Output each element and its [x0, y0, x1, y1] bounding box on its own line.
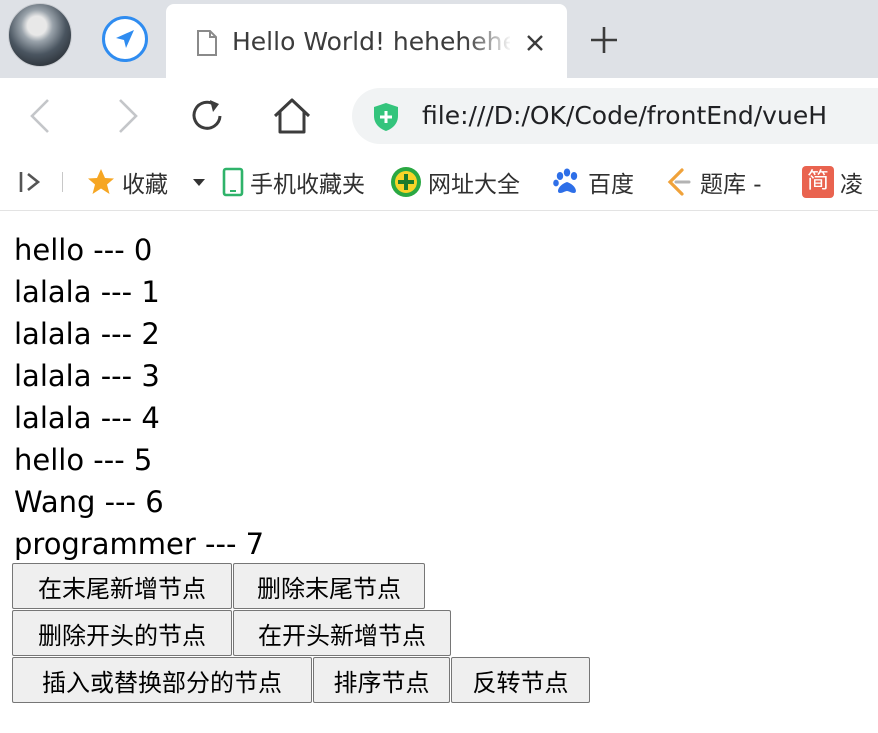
sidebar-toggle-icon[interactable]	[18, 170, 44, 194]
bookmark-label: 凌	[840, 172, 863, 198]
bookmarks-bar: 收藏 手机收藏夹 网址大全 百度 题库 - 简 凌	[0, 154, 878, 211]
bookmark-mobile[interactable]: 手机收藏夹	[222, 164, 365, 200]
sort-button[interactable]: 排序节点	[313, 657, 450, 703]
star-icon	[88, 169, 114, 194]
button-row-2: 删除开头的节点 在开头新增节点	[12, 610, 452, 656]
list-item: lalala --- 4	[14, 401, 160, 435]
forward-icon[interactable]	[104, 94, 148, 138]
remove-tail-button[interactable]: 删除末尾节点	[233, 563, 425, 609]
bookmark-jianshu[interactable]: 简 凌	[802, 164, 863, 200]
bookmark-label: 百度	[588, 172, 634, 198]
close-icon[interactable]	[520, 28, 550, 58]
bookmark-hao123[interactable]: 网址大全	[390, 164, 520, 200]
insert-replace-button[interactable]: 插入或替换部分的节点	[12, 657, 312, 703]
reload-icon[interactable]	[186, 94, 230, 138]
list-item: lalala --- 2	[14, 317, 160, 351]
plus-circle-icon	[391, 167, 421, 197]
profile-avatar[interactable]	[8, 3, 72, 67]
address-bar[interactable]: file:///D:/OK/Code/frontEnd/vueH	[352, 88, 878, 144]
list-item: Wang --- 6	[14, 485, 164, 519]
leetcode-icon	[667, 168, 691, 196]
list-item: lalala --- 3	[14, 359, 160, 393]
list-item: programmer --- 7	[14, 527, 265, 561]
new-tab-icon[interactable]	[586, 22, 622, 58]
tab-title-fade	[466, 22, 512, 62]
baidu-paw-icon	[553, 168, 578, 193]
home-icon[interactable]	[270, 94, 314, 138]
chevron-down-icon[interactable]	[192, 178, 206, 188]
bookmark-leetcode[interactable]: 题库 -	[664, 164, 762, 200]
list-item: hello --- 0	[14, 233, 153, 267]
bookmark-label: 手机收藏夹	[250, 172, 365, 198]
shield-icon[interactable]	[372, 102, 400, 132]
bookmark-favorites[interactable]: 收藏	[86, 164, 168, 200]
bookmark-label: 收藏	[122, 172, 168, 198]
reverse-button[interactable]: 反转节点	[451, 657, 590, 703]
list-item: hello --- 5	[14, 443, 153, 477]
bookmark-label: 网址大全	[428, 172, 520, 198]
toolbar: file:///D:/OK/Code/frontEnd/vueH	[0, 78, 878, 154]
bookmark-label: 题库 -	[700, 172, 762, 198]
back-icon[interactable]	[20, 94, 64, 138]
tab-active[interactable]: Hello World! hehehehehe	[166, 4, 567, 78]
list-item: lalala --- 1	[14, 275, 160, 309]
add-head-button[interactable]: 在开头新增节点	[233, 610, 451, 656]
bookmark-baidu[interactable]: 百度	[552, 164, 634, 200]
page-icon	[197, 30, 217, 56]
url-text: file:///D:/OK/Code/frontEnd/vueH	[422, 101, 828, 130]
add-tail-button[interactable]: 在末尾新增节点	[12, 563, 232, 609]
button-row-1: 在末尾新增节点 删除末尾节点	[12, 563, 426, 609]
remove-head-button[interactable]: 删除开头的节点	[12, 610, 232, 656]
jian-icon: 简	[802, 166, 834, 198]
divider	[62, 172, 63, 192]
tab-strip: Hello World! hehehehehe	[0, 0, 878, 78]
node-list: hello --- 0 lalala --- 1 lalala --- 2 la…	[14, 229, 264, 565]
page-content: hello --- 0 lalala --- 1 lalala --- 2 la…	[0, 211, 878, 733]
mobile-icon	[222, 167, 244, 197]
navigation-arrow-icon[interactable]	[102, 16, 148, 62]
button-row-3: 插入或替换部分的节点 排序节点 反转节点	[12, 657, 591, 703]
